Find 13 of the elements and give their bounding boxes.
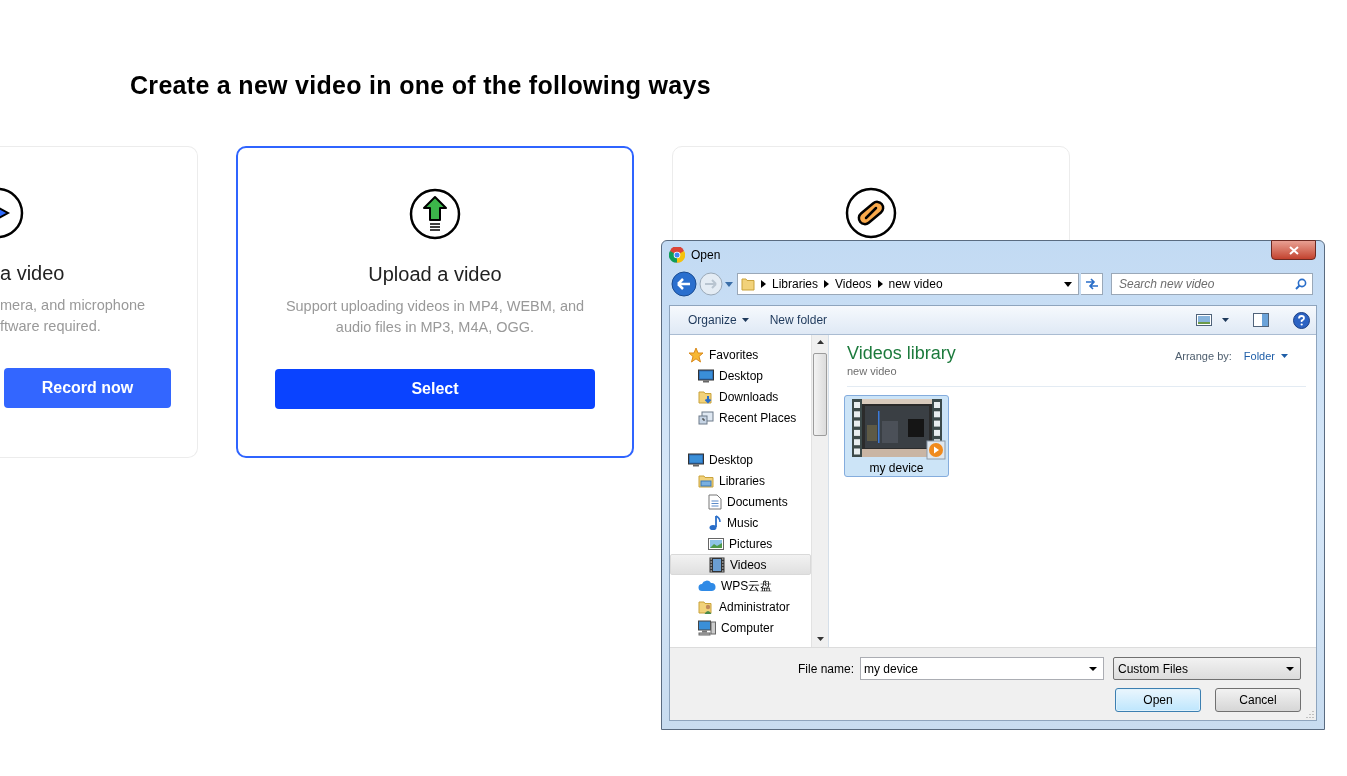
page-heading: Create a new video in one of the following ways: [130, 70, 712, 101]
card-title: Upload a video: [368, 262, 502, 287]
arrange-label: Arrange by:: [1174, 348, 1232, 364]
library-subtitle: new video: [847, 364, 898, 378]
card-description: Support uploading videos in MP4, WEBM, and: [285, 297, 585, 316]
card-title: a video: [0, 261, 65, 286]
card-description: ftware required.: [0, 317, 101, 336]
card-description: mera, and microphone: [0, 296, 146, 315]
card-description: audio files in MP3, M4A, OGG.: [335, 318, 535, 337]
dialog-title: Open: [691, 247, 721, 264]
library-title: Videos library: [847, 342, 956, 364]
file-name-label: File name:: [797, 660, 854, 678]
file-name: my device: [869, 460, 924, 477]
